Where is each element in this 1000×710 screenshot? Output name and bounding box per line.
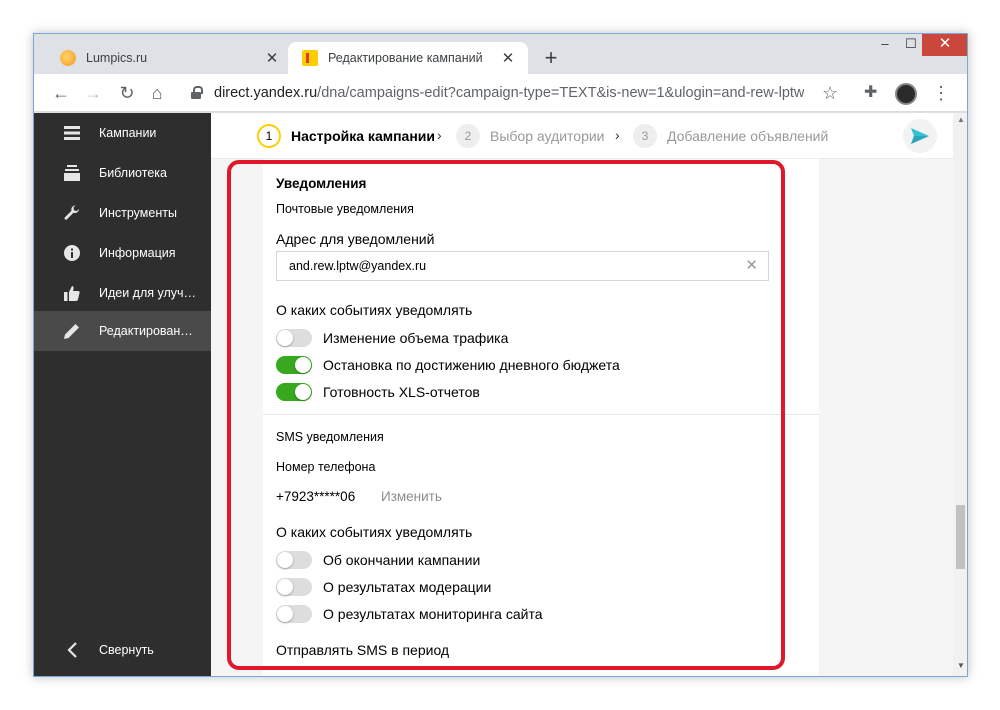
notifications-card: Уведомления Почтовые уведомления Адрес д… bbox=[263, 159, 819, 676]
sidebar-item-editing[interactable]: Редактирован… bbox=[34, 311, 211, 351]
tab-title: Lumpics.ru bbox=[86, 51, 148, 65]
email-events-label: О каких событиях уведомлять bbox=[276, 302, 473, 318]
chevron-left-icon bbox=[62, 640, 82, 660]
toggle-switch[interactable] bbox=[276, 551, 312, 569]
main-area: 1 Настройка кампании › 2 Выбор аудитории… bbox=[211, 113, 953, 676]
sms-events-label: О каких событиях уведомлять bbox=[276, 524, 473, 540]
chevron-right-icon: › bbox=[615, 127, 620, 143]
toggle-switch[interactable] bbox=[276, 356, 312, 374]
sms-period-label: Отправлять SMS в период bbox=[276, 642, 450, 658]
sidebar-item-label: Инструменты bbox=[99, 206, 177, 220]
step-label: Выбор аудитории bbox=[490, 128, 605, 144]
email-notifications-subtitle: Почтовые уведомления bbox=[276, 202, 414, 216]
sidebar-item-label: Библиотека bbox=[99, 166, 167, 180]
scroll-up-arrow-icon[interactable]: ▲ bbox=[957, 115, 965, 124]
send-icon[interactable] bbox=[903, 119, 937, 153]
notifications-title: Уведомления bbox=[276, 176, 367, 191]
step-audience[interactable]: 2 Выбор аудитории bbox=[456, 124, 605, 148]
step-label: Настройка кампании bbox=[291, 128, 435, 144]
forward-arrow-icon[interactable]: → bbox=[80, 80, 106, 106]
window-close-icon[interactable]: ✕ bbox=[922, 34, 967, 56]
tab-title: Редактирование кампаний bbox=[328, 51, 483, 65]
sidebar-item-label: Кампании bbox=[99, 126, 157, 140]
yandex-direct-favicon-icon bbox=[302, 50, 318, 66]
back-arrow-icon[interactable]: ← bbox=[48, 80, 74, 106]
clear-icon[interactable]: ✕ bbox=[745, 258, 758, 274]
step-number: 1 bbox=[257, 124, 281, 148]
reload-icon[interactable]: ↻ bbox=[114, 80, 140, 106]
url-text: direct.yandex.ru/dna/campaigns-edit?camp… bbox=[214, 85, 805, 101]
step-number: 3 bbox=[633, 124, 657, 148]
sidebar-item-label: Информация bbox=[99, 246, 176, 260]
phone-number: +7923*****06 bbox=[276, 489, 356, 504]
email-field-value: and.rew.lptw@yandex.ru bbox=[289, 259, 427, 273]
sidebar-item-library[interactable]: Библиотека bbox=[34, 153, 211, 193]
sidebar-item-label: Идеи для улуч… bbox=[99, 286, 197, 300]
toggle-label: Об окончании кампании bbox=[323, 552, 481, 568]
library-icon bbox=[62, 163, 82, 183]
toggle-label: Изменение объема трафика bbox=[323, 330, 509, 346]
chevron-right-icon: › bbox=[437, 127, 442, 143]
pencil-icon bbox=[62, 321, 82, 341]
toggle-label: Готовность XLS-отчетов bbox=[323, 384, 480, 400]
step-label: Добавление объявлений bbox=[667, 128, 829, 144]
sidebar: Кампании Библиотека Инструменты Информац… bbox=[34, 113, 211, 676]
change-phone-link[interactable]: Изменить bbox=[381, 489, 442, 504]
lumpics-favicon-icon bbox=[60, 50, 76, 66]
sidebar-item-tools[interactable]: Инструменты bbox=[34, 193, 211, 233]
address-bar[interactable]: direct.yandex.ru/dna/campaigns-edit?camp… bbox=[182, 78, 858, 108]
toggle-campaign-end[interactable]: Об окончании кампании bbox=[276, 550, 480, 570]
thumbs-up-icon bbox=[62, 283, 82, 303]
page: Кампании Библиотека Инструменты Информац… bbox=[34, 113, 967, 676]
browser-toolbar: ← → ↻ ⌂ direct.yandex.ru/dna/campaigns-e… bbox=[34, 74, 967, 112]
scroll-thumb[interactable] bbox=[956, 505, 965, 569]
home-icon[interactable]: ⌂ bbox=[144, 80, 170, 106]
sidebar-item-ideas[interactable]: Идеи для улуч… bbox=[34, 273, 211, 313]
email-address-label: Адрес для уведомлений bbox=[276, 231, 435, 247]
toggle-label: Остановка по достижению дневного бюджета bbox=[323, 357, 620, 373]
step-ads[interactable]: 3 Добавление объявлений bbox=[633, 124, 828, 148]
tab-close-icon[interactable]: ✕ bbox=[260, 49, 284, 67]
step-campaign-settings[interactable]: 1 Настройка кампании bbox=[257, 124, 435, 148]
lock-icon bbox=[190, 86, 204, 100]
sidebar-item-label: Редактирован… bbox=[99, 324, 193, 338]
sidebar-item-info[interactable]: Информация bbox=[34, 233, 211, 273]
info-icon bbox=[62, 243, 82, 263]
tab-close-icon[interactable]: ✕ bbox=[496, 49, 520, 67]
sms-notifications-subtitle: SMS уведомления bbox=[276, 430, 384, 444]
tab-campaign-edit[interactable]: Редактирование кампаний ✕ bbox=[288, 42, 528, 74]
toggle-label: О результатах модерации bbox=[323, 579, 492, 595]
bookmark-star-icon[interactable]: ☆ bbox=[822, 80, 838, 106]
extensions-puzzle-icon[interactable]: ✚ bbox=[864, 80, 877, 106]
steps-bar: 1 Настройка кампании › 2 Выбор аудитории… bbox=[211, 113, 953, 159]
toggle-switch[interactable] bbox=[276, 578, 312, 596]
sidebar-collapse-label: Свернуть bbox=[99, 643, 154, 657]
toggle-label: О результатах мониторинга сайта bbox=[323, 606, 543, 622]
toggle-traffic-change[interactable]: Изменение объема трафика bbox=[276, 328, 508, 348]
new-tab-plus-icon[interactable]: + bbox=[538, 46, 564, 72]
section-divider bbox=[263, 414, 819, 415]
browser-window: Lumpics.ru ✕ Редактирование кампаний ✕ +… bbox=[33, 33, 968, 677]
sidebar-item-campaigns[interactable]: Кампании bbox=[34, 113, 211, 153]
tab-lumpics[interactable]: Lumpics.ru ✕ bbox=[46, 42, 292, 74]
browser-menu-icon[interactable]: ⋮ bbox=[932, 80, 950, 106]
toggle-site-monitoring[interactable]: О результатах мониторинга сайта bbox=[276, 604, 543, 624]
profile-avatar[interactable] bbox=[895, 83, 917, 105]
toggle-xls-reports[interactable]: Готовность XLS-отчетов bbox=[276, 382, 480, 402]
toggle-moderation-results[interactable]: О результатах модерации bbox=[276, 577, 491, 597]
toggle-daily-budget-stop[interactable]: Остановка по достижению дневного бюджета bbox=[276, 355, 620, 375]
step-number: 2 bbox=[456, 124, 480, 148]
toggle-switch[interactable] bbox=[276, 383, 312, 401]
toggle-switch[interactable] bbox=[276, 329, 312, 347]
page-scrollbar[interactable]: ▲ ▼ bbox=[953, 113, 967, 676]
sidebar-collapse[interactable]: Свернуть bbox=[34, 630, 211, 670]
phone-label: Номер телефона bbox=[276, 460, 376, 474]
list-icon bbox=[62, 123, 82, 143]
email-field[interactable]: and.rew.lptw@yandex.ru ✕ bbox=[276, 251, 769, 281]
tab-strip: Lumpics.ru ✕ Редактирование кампаний ✕ +… bbox=[34, 34, 967, 74]
toggle-switch[interactable] bbox=[276, 605, 312, 623]
wrench-icon bbox=[62, 203, 82, 223]
scroll-down-arrow-icon[interactable]: ▼ bbox=[957, 661, 965, 670]
